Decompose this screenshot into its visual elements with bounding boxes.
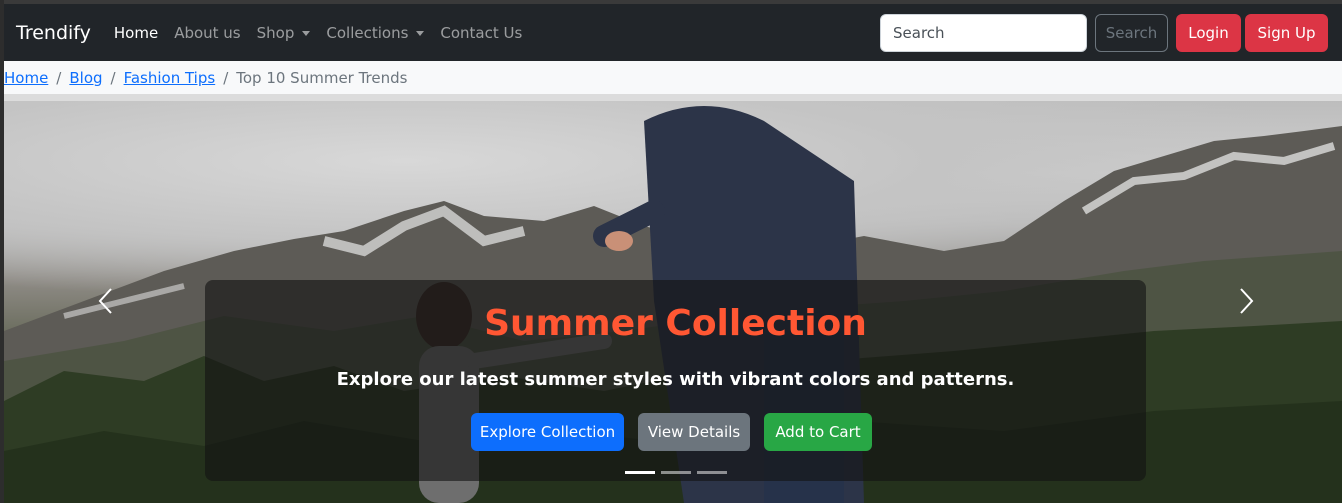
add-to-cart-button[interactable]: Add to Cart bbox=[764, 413, 872, 451]
carousel-indicator-3[interactable] bbox=[697, 471, 727, 474]
navbar: Trendify Home About us Shop Collections … bbox=[4, 4, 1342, 61]
breadcrumb-home[interactable]: Home bbox=[4, 69, 48, 87]
chevron-left-icon bbox=[98, 288, 112, 314]
breadcrumb-blog[interactable]: Blog bbox=[69, 69, 102, 87]
breadcrumb: Home / Blog / Fashion Tips / Top 10 Summ… bbox=[4, 61, 1342, 94]
signup-button[interactable]: Sign Up bbox=[1245, 14, 1328, 52]
carousel-prev-button[interactable] bbox=[96, 286, 116, 316]
explore-collection-button[interactable]: Explore Collection bbox=[471, 413, 624, 451]
carousel-next-button[interactable] bbox=[1236, 286, 1256, 316]
breadcrumb-separator: / bbox=[223, 68, 229, 87]
breadcrumb-separator: / bbox=[110, 68, 116, 87]
carousel-indicator-2[interactable] bbox=[661, 471, 691, 474]
nav-link-collections-label: Collections bbox=[326, 23, 409, 42]
nav-link-shop[interactable]: Shop bbox=[249, 24, 319, 42]
hero-carousel: Summer Collection Explore our latest sum… bbox=[4, 101, 1342, 503]
carousel-indicator-1[interactable] bbox=[625, 471, 655, 474]
search-input[interactable] bbox=[880, 14, 1087, 52]
caret-down-icon bbox=[302, 31, 311, 36]
carousel-subtitle: Explore our latest summer styles with vi… bbox=[336, 369, 1015, 390]
nav-link-about[interactable]: About us bbox=[166, 24, 248, 42]
chevron-right-icon bbox=[1240, 288, 1254, 314]
carousel-indicators bbox=[625, 471, 727, 474]
nav-link-shop-label: Shop bbox=[256, 23, 295, 42]
nav-link-about-label: About us bbox=[174, 23, 241, 42]
carousel-caption: Summer Collection Explore our latest sum… bbox=[205, 280, 1146, 481]
nav-link-collections[interactable]: Collections bbox=[318, 24, 432, 42]
breadcrumb-separator: / bbox=[56, 68, 62, 87]
nav-link-contact[interactable]: Contact Us bbox=[432, 24, 530, 42]
search-button[interactable]: Search bbox=[1095, 14, 1168, 52]
nav-link-contact-label: Contact Us bbox=[440, 23, 523, 42]
caret-down-icon bbox=[416, 31, 425, 36]
nav-link-home-label: Home bbox=[113, 23, 159, 42]
carousel-title: Summer Collection bbox=[484, 303, 867, 344]
nav-link-home[interactable]: Home bbox=[106, 24, 166, 42]
view-details-button[interactable]: View Details bbox=[638, 413, 750, 451]
login-button[interactable]: Login bbox=[1176, 14, 1241, 52]
breadcrumb-current: Top 10 Summer Trends bbox=[236, 68, 408, 87]
breadcrumb-fashion-tips[interactable]: Fashion Tips bbox=[124, 69, 216, 87]
brand-logo[interactable]: Trendify bbox=[16, 22, 91, 44]
